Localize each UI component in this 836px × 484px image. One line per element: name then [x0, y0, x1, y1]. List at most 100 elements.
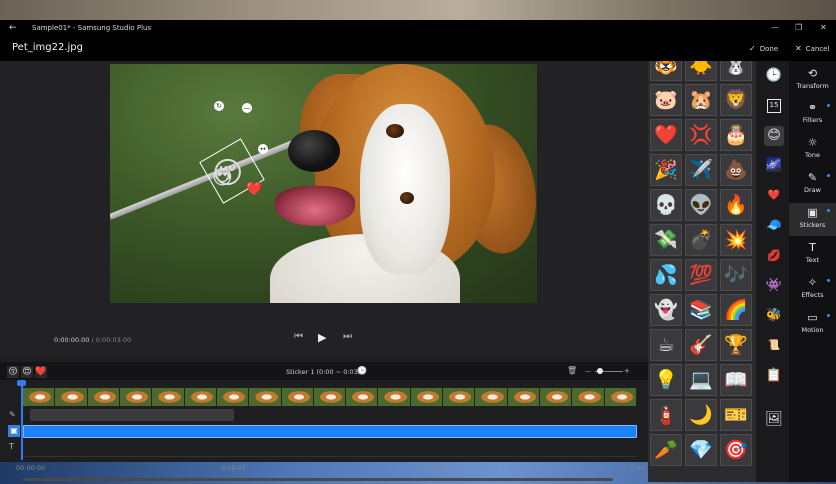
recent-clock-icon[interactable]: 🕒 — [764, 66, 784, 86]
sticker-cell[interactable]: ❤️ — [650, 119, 682, 151]
tool-transform[interactable]: ⟲ Transform — [789, 64, 836, 97]
tool-stickers[interactable]: ▣ Stickers — [789, 203, 836, 236]
sticker-cell[interactable]: 🎸 — [685, 329, 717, 361]
tool-motion[interactable]: ▭ Motion — [789, 308, 836, 341]
preview-area: 😚 ↻ — ↔ 😍 ❤️ — [0, 61, 648, 356]
sticker-cell[interactable]: 🏆 — [720, 329, 752, 361]
sticker-cell[interactable]: 💡 — [650, 364, 682, 396]
sticker-cell[interactable]: 🐰 — [720, 61, 752, 81]
sticker-cell[interactable]: 🥕 — [650, 434, 682, 466]
film-frame — [540, 388, 573, 406]
timeline-sticker-thumb[interactable]: 😚 — [7, 366, 19, 378]
category-bee[interactable]: 🐝 — [764, 306, 784, 326]
sticker-cell[interactable]: 🎯 — [720, 434, 752, 466]
film-frame — [23, 388, 56, 406]
category-smileys[interactable]: 😊 — [764, 126, 784, 146]
photo-dog-eye — [400, 192, 414, 204]
previous-frame-icon[interactable]: ⏮ — [294, 331, 303, 342]
sticker-cell[interactable]: 💦 — [650, 259, 682, 291]
duration-clock-icon[interactable]: 🕒 — [357, 366, 367, 375]
sticker-cell[interactable]: 💸 — [650, 224, 682, 256]
minimize-icon[interactable]: — — [771, 23, 779, 32]
sticker-heart[interactable]: ❤️ — [246, 182, 262, 197]
close-window-icon[interactable]: ✕ — [820, 23, 827, 32]
sticker-cell[interactable]: 🦁 — [720, 84, 752, 116]
sticker-cell[interactable]: 🧯 — [650, 399, 682, 431]
calendar-icon[interactable]: 15 — [764, 96, 784, 116]
category-galaxy[interactable]: 🌌 — [764, 156, 784, 176]
sticker-cell[interactable]: 🎉 — [650, 154, 682, 186]
text-track-icon[interactable]: T — [9, 442, 14, 451]
sticker-cell[interactable]: 🌙 — [685, 399, 717, 431]
sticker-cell[interactable]: 👽 — [685, 189, 717, 221]
video-filmstrip[interactable] — [23, 388, 637, 406]
tool-effects[interactable]: ✧ Effects — [789, 273, 836, 306]
category-hearts[interactable]: ❤️ — [764, 186, 784, 206]
tool-text[interactable]: T Text — [789, 238, 836, 271]
next-frame-icon[interactable]: ⏭ — [343, 331, 352, 342]
remove-handle-icon[interactable]: — — [242, 103, 252, 113]
sticker-cell[interactable]: 🎫 — [720, 399, 752, 431]
done-button[interactable]: ✓ Done — [749, 44, 778, 53]
sticker-cell[interactable]: 💣 — [685, 224, 717, 256]
draw-clip-track[interactable] — [30, 409, 234, 421]
photo-canvas[interactable] — [110, 64, 537, 303]
sticker-cell[interactable]: 🐹 — [685, 84, 717, 116]
timeline-sticker-thumb[interactable]: ❤️ — [35, 366, 47, 378]
film-frame — [475, 388, 508, 406]
tool-filters[interactable]: ⚭ Filters — [789, 98, 836, 131]
maximize-icon[interactable]: ❐ — [795, 23, 802, 32]
rotate-handle-icon[interactable]: ↻ — [214, 101, 224, 111]
sticker-cell[interactable]: 💎 — [685, 434, 717, 466]
title-bar: ← Sample01* - Samsung Studio Plus — ❐ ✕ — [0, 20, 836, 37]
sticker-cell[interactable]: 💯 — [685, 259, 717, 291]
film-frame — [410, 388, 444, 406]
sticker-cell[interactable]: 🐥 — [685, 61, 717, 81]
zoom-slider-thumb[interactable] — [597, 368, 603, 374]
selected-sticker-clip[interactable] — [23, 425, 637, 438]
timeline-scrollbar[interactable] — [23, 478, 613, 481]
zoom-in-icon[interactable]: + — [624, 367, 630, 375]
sticker-cell[interactable]: 💻 — [685, 364, 717, 396]
category-caps[interactable]: 🧢 — [764, 216, 784, 236]
sticker-cell[interactable]: ☕ — [650, 329, 682, 361]
category-lips[interactable]: 💋 — [764, 246, 784, 266]
time-separator: / — [91, 336, 94, 344]
sticker-cell[interactable]: 🔥 — [720, 189, 752, 221]
draw-track-icon[interactable]: ✎ — [9, 410, 16, 419]
sticker-cell[interactable]: 🐯 — [650, 61, 682, 81]
add-sticker-image-icon[interactable]: 🖼 — [764, 409, 784, 429]
sticker-cell[interactable]: 🎶 — [720, 259, 752, 291]
check-icon: ✓ — [749, 44, 756, 53]
zoom-out-icon[interactable]: — — [585, 368, 591, 375]
tool-tone[interactable]: ☼ Tone — [789, 133, 836, 166]
film-frame — [119, 388, 153, 406]
back-arrow-icon[interactable]: ← — [9, 23, 17, 33]
sticker-cell[interactable]: 👻 — [650, 294, 682, 326]
sticker-cell[interactable]: 💥 — [720, 224, 752, 256]
ruler-tick-label: 0:00:01 — [221, 464, 247, 472]
sticker-cell[interactable]: 📖 — [720, 364, 752, 396]
sticker-cell[interactable]: 🐷 — [650, 84, 682, 116]
play-icon[interactable]: ▶ — [318, 331, 326, 344]
tool-draw[interactable]: ✎ Draw — [789, 168, 836, 201]
sticker-cell[interactable]: 🎂 — [720, 119, 752, 151]
cancel-button[interactable]: ✕ Cancel — [795, 44, 829, 53]
category-characters[interactable]: 👾 — [764, 276, 784, 296]
sticker-cell[interactable]: 🌈 — [720, 294, 752, 326]
sticker-cell[interactable]: 💩 — [720, 154, 752, 186]
sticker-cell[interactable]: ✈️ — [685, 154, 717, 186]
timeline-sticker-thumb[interactable]: 😍 — [21, 366, 33, 378]
film-frame — [87, 388, 120, 406]
delete-icon[interactable]: 🗑 — [567, 366, 577, 375]
sticker-cell[interactable]: 📚 — [685, 294, 717, 326]
sticker-heart-eyes[interactable]: 😍 — [212, 165, 233, 189]
scale-handle-icon[interactable]: ↔ — [258, 144, 268, 154]
sticker-cell[interactable]: 💢 — [685, 119, 717, 151]
ruler-tick-label: 00:00:00 — [16, 464, 46, 472]
sticker-track-icon[interactable]: ▣ — [8, 425, 20, 437]
sticker-cell[interactable]: 💀 — [650, 189, 682, 221]
playhead-line[interactable] — [21, 382, 23, 460]
category-text-stickers[interactable]: 📜 — [764, 336, 784, 356]
category-notes[interactable]: 📋 — [764, 366, 784, 386]
